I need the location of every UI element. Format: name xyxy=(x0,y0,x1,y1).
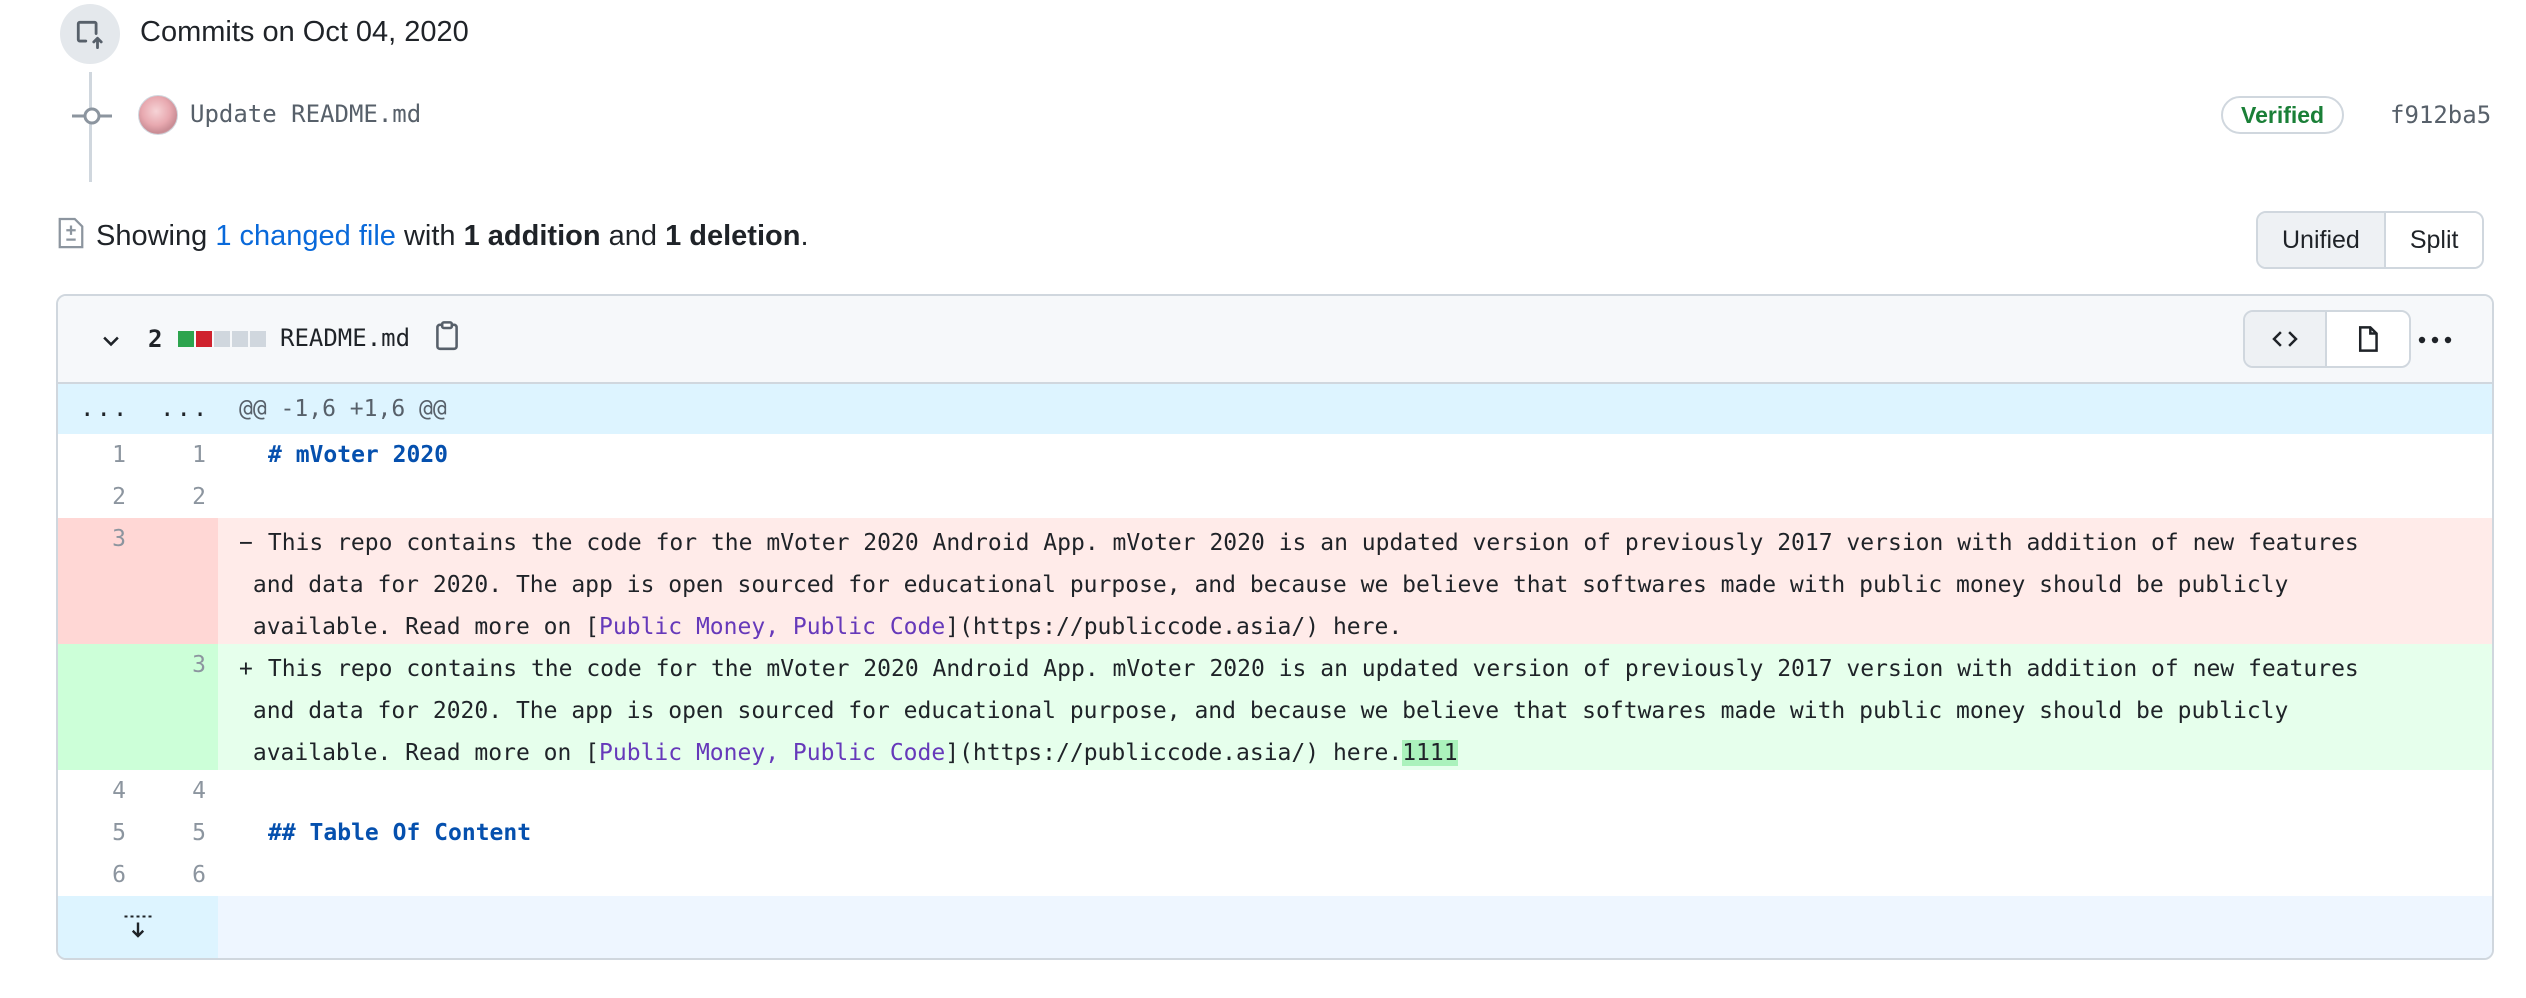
old-line-number[interactable]: 6 xyxy=(112,862,126,888)
copy-path-icon[interactable] xyxy=(434,320,460,352)
summary-with: with xyxy=(403,220,456,252)
diffstat-block xyxy=(196,331,212,347)
chevron-down-icon[interactable] xyxy=(100,330,122,352)
expand-down-button[interactable] xyxy=(58,896,218,958)
commits-icon xyxy=(76,20,103,49)
file-icon xyxy=(2358,326,2378,352)
expand-up-new-button[interactable]: ... xyxy=(160,394,209,422)
additions-count: 1 addition xyxy=(463,220,601,252)
old-line-number[interactable]: 2 xyxy=(112,484,126,510)
display-source-button[interactable] xyxy=(2245,312,2327,366)
unified-view-button[interactable]: Unified xyxy=(2258,213,2386,267)
file-name-link[interactable]: README.md xyxy=(280,324,410,352)
kebab-horizontal-icon xyxy=(2418,336,2452,344)
new-line-number[interactable]: 3 xyxy=(192,652,206,678)
diff-line: 6 6 xyxy=(58,854,2492,896)
deleted-line: 3 − This repo contains the code for the … xyxy=(58,518,2492,644)
view-file-button[interactable] xyxy=(2327,312,2409,366)
code-line-wrap: available. Read more on [Public Money, P… xyxy=(239,740,1458,766)
file-view-buttons xyxy=(2243,310,2411,368)
diffstat-block xyxy=(250,331,266,347)
new-line-number[interactable]: 5 xyxy=(192,820,206,846)
split-view-button[interactable]: Split xyxy=(2385,213,2483,267)
file-header: 2 README.md xyxy=(58,296,2492,384)
file-diff-container: 2 README.md ... ... @@ -1,6 +1,6 @@ 1 1 … xyxy=(56,294,2494,960)
code-text: available. Read more on [ xyxy=(239,614,600,640)
summary-period: . xyxy=(800,220,809,252)
diffstat-block xyxy=(232,331,248,347)
markdown-link-text: Public Money, Public Code xyxy=(599,740,946,766)
unfold-down-icon xyxy=(124,915,152,938)
diff-line: 2 2 xyxy=(58,476,2492,518)
added-line: 3 + This repo contains the code for the … xyxy=(58,644,2492,770)
hunk-header-row: ... ... @@ -1,6 +1,6 @@ xyxy=(58,384,2492,434)
expand-row xyxy=(58,896,2492,958)
markdown-link-text: Public Money, Public Code xyxy=(599,614,946,640)
new-line-number[interactable]: 1 xyxy=(192,442,206,468)
new-line-number[interactable]: 4 xyxy=(192,778,206,804)
code-line: This repo contains the code for the mVot… xyxy=(254,530,2359,556)
addition-marker: + xyxy=(239,656,253,682)
diffstat-block xyxy=(178,331,194,347)
new-line-number[interactable]: 2 xyxy=(192,484,206,510)
verified-badge[interactable]: Verified xyxy=(2221,96,2345,134)
diff-summary: Showing 1 changed file with 1 addition a… xyxy=(96,220,809,253)
diffstat-blocks xyxy=(178,331,266,347)
more-options-button[interactable] xyxy=(2410,324,2460,356)
new-line-number[interactable]: 6 xyxy=(192,862,206,888)
commit-message-link[interactable]: Update README.md xyxy=(190,100,421,128)
diff-line: 4 4 xyxy=(58,770,2492,812)
diff-line: 1 1 # mVoter 2020 xyxy=(58,434,2492,476)
diff-view-toggle: Unified Split xyxy=(2256,211,2485,269)
old-line-number[interactable]: 5 xyxy=(112,820,126,846)
hunk-header-text: @@ -1,6 +1,6 @@ xyxy=(239,396,447,422)
commit-sha-link[interactable]: f912ba5 xyxy=(2390,101,2491,129)
summary-and: and xyxy=(608,220,658,252)
diff-line: 5 5 ## Table Of Content xyxy=(58,812,2492,854)
code-line: This repo contains the code for the mVot… xyxy=(254,656,2359,682)
file-diff-icon xyxy=(58,217,84,249)
old-line-number[interactable]: 4 xyxy=(112,778,126,804)
word-addition-highlight: 1111 xyxy=(1402,740,1458,766)
author-avatar[interactable] xyxy=(138,95,178,135)
changed-files-link[interactable]: 1 changed file xyxy=(215,220,396,252)
code-text: ](https://publiccode.asia/) here. xyxy=(945,740,1403,766)
code-text: available. Read more on [ xyxy=(239,740,600,766)
deletions-count: 1 deletion xyxy=(665,220,801,252)
summary-prefix: Showing xyxy=(96,220,208,252)
code-line-wrap: and data for 2020. The app is open sourc… xyxy=(239,572,2289,598)
git-commit-group-icon xyxy=(60,4,120,64)
expand-up-old-button[interactable]: ... xyxy=(80,394,129,422)
code-icon xyxy=(2272,331,2298,347)
diffstat-block xyxy=(214,331,230,347)
old-line-number[interactable]: 3 xyxy=(112,526,126,552)
deletion-marker: − xyxy=(239,530,253,556)
code-line: # mVoter 2020 xyxy=(268,442,449,468)
commits-date-heading: Commits on Oct 04, 2020 xyxy=(140,16,469,48)
code-line-wrap: and data for 2020. The app is open sourc… xyxy=(239,698,2289,724)
code-text: ](https://publiccode.asia/) here. xyxy=(945,614,1403,640)
code-line: ## Table Of Content xyxy=(268,820,532,846)
old-line-number[interactable]: 1 xyxy=(112,442,126,468)
code-line-wrap: available. Read more on [Public Money, P… xyxy=(239,614,1402,640)
commit-node-icon xyxy=(72,107,112,125)
file-change-count: 2 xyxy=(148,325,163,353)
